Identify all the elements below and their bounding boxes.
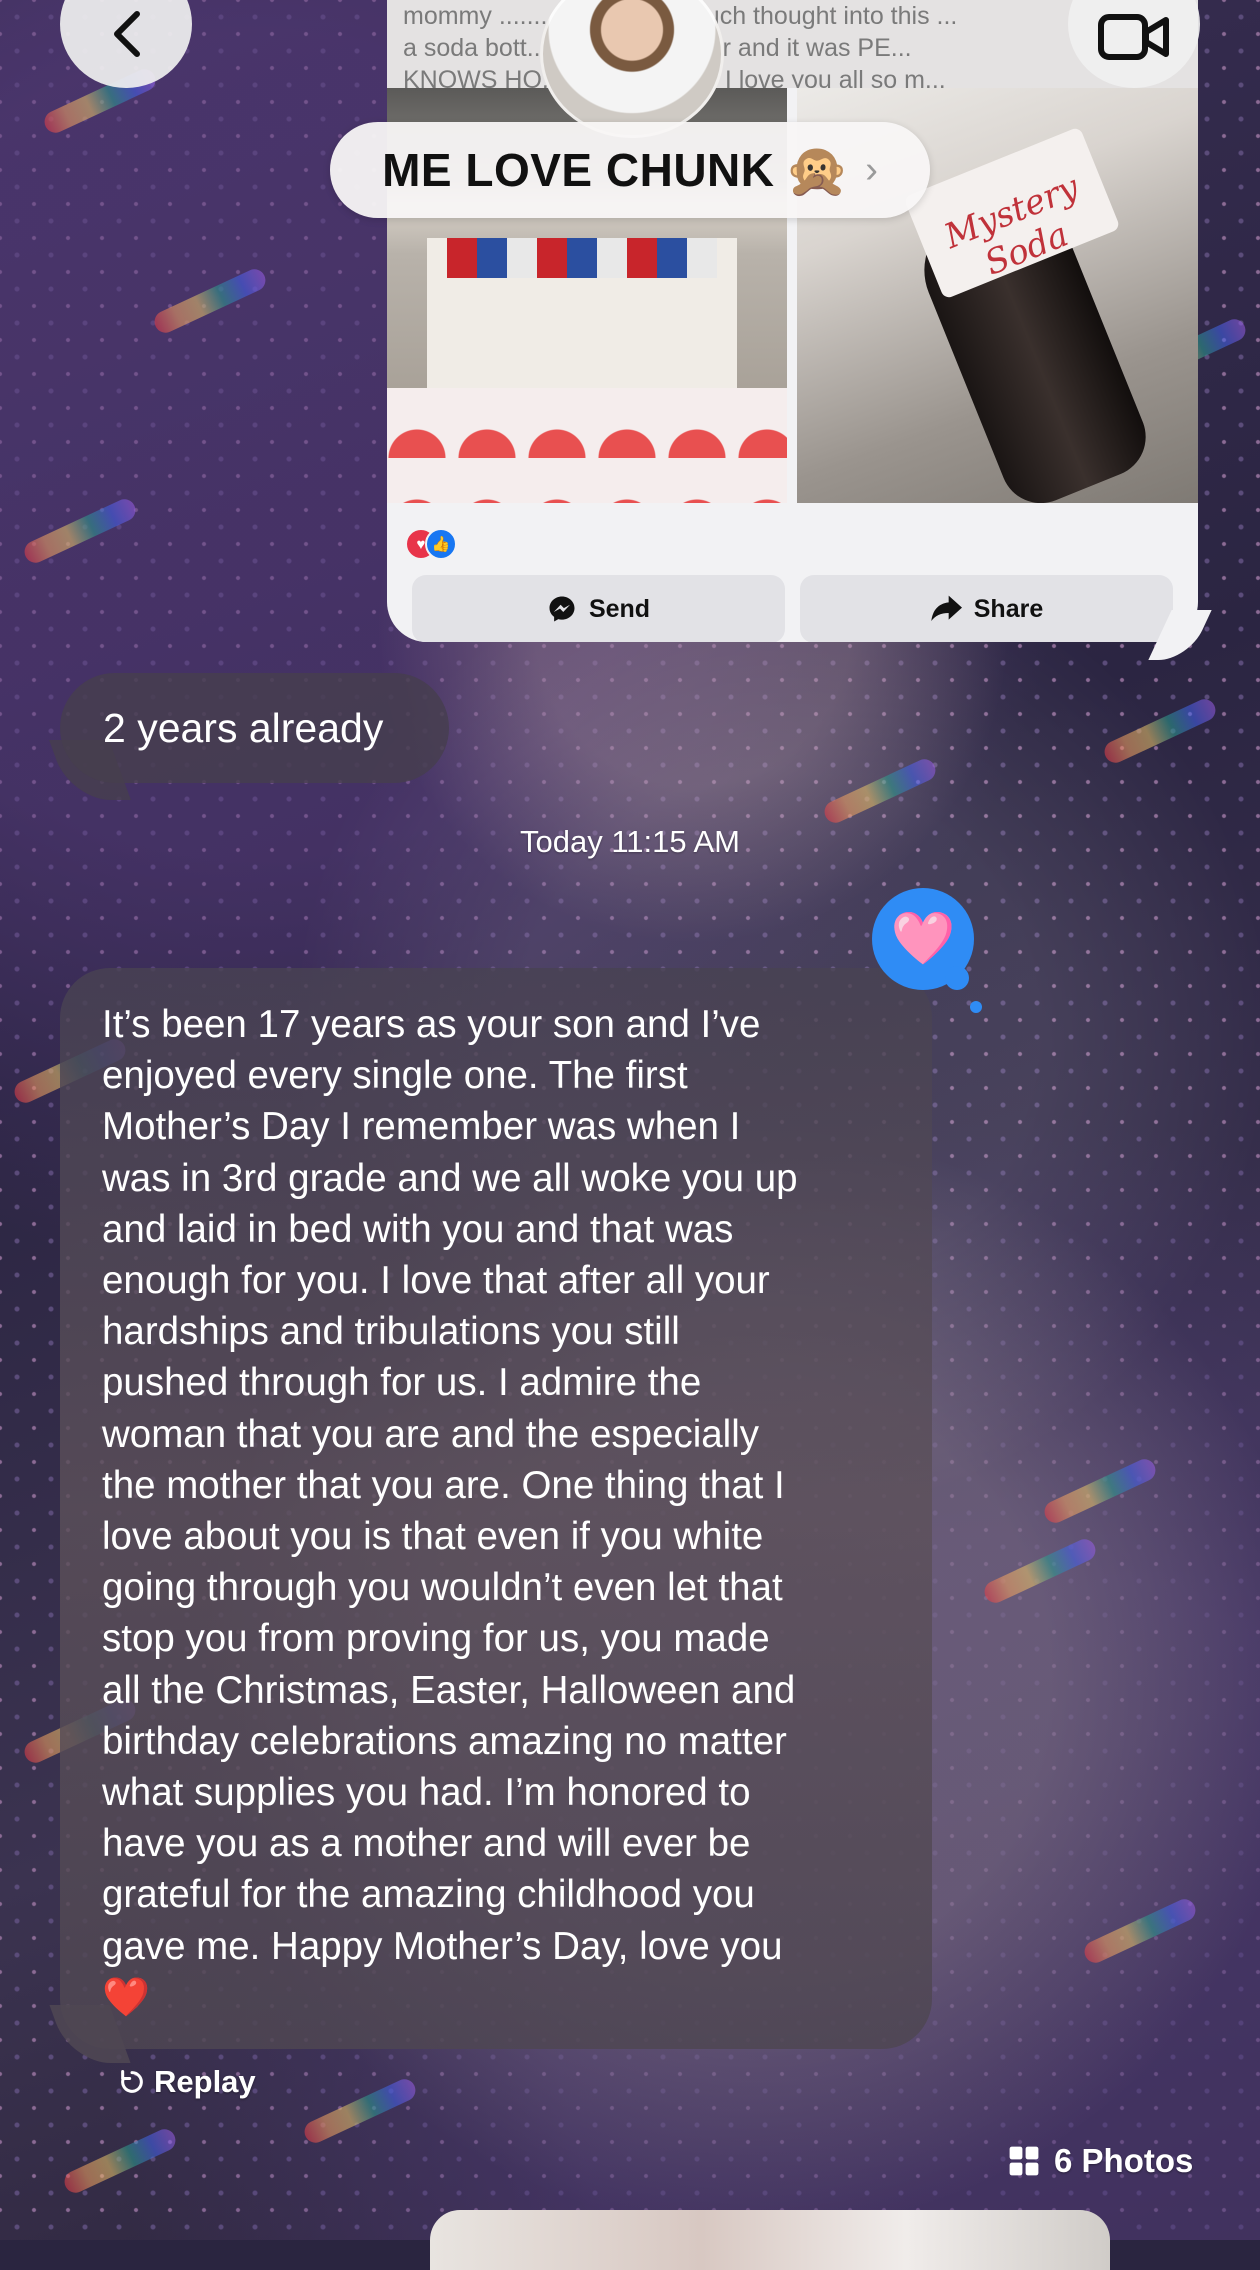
send-button[interactable]: Send	[412, 575, 785, 642]
timestamp: Today 11:15 AM	[519, 824, 740, 859]
message-text: 2 years already	[103, 705, 384, 751]
message-line: pushed through for us. I admire the	[102, 1361, 702, 1405]
video-camera-icon	[1098, 14, 1169, 60]
message-line: enough for you. I love that after all yo…	[102, 1259, 770, 1303]
link-preview-card[interactable]: mommy ..................... so much thou…	[387, 0, 1198, 642]
share-arrow-icon	[931, 595, 962, 621]
wallpaper-streak	[60, 2125, 180, 2197]
bottle-label: Mystery Soda	[903, 126, 1121, 300]
heart-emoji: ❤️	[102, 1975, 150, 2019]
pink-heart-icon: 🩷	[890, 910, 956, 968]
contact-emoji: 🙊	[784, 141, 850, 200]
message-line: hardships and tribulations you still	[102, 1310, 680, 1354]
wallpaper-streak	[1080, 1895, 1200, 1967]
message-line: the mother that you are. One thing that …	[102, 1463, 785, 1507]
message-line: stop you from proving for us, you made	[102, 1617, 770, 1661]
message-line: all the Christmas, Easter, Halloween and	[102, 1668, 796, 1712]
card-caption-line: mommy ..................... so much thou…	[403, 2, 958, 30]
chevron-right-icon: ›	[865, 148, 878, 191]
contact-name: ME LOVE CHUNK	[382, 144, 775, 196]
message-line: what supplies you had. I’m honored to	[102, 1771, 751, 1815]
card-caption-line: KNOWS HO... E MY PEPS!! I love you all s…	[403, 66, 946, 88]
wallpaper-streak	[980, 1535, 1100, 1607]
contact-name-pill[interactable]: ME LOVE CHUNK 🙊 ›	[330, 122, 930, 218]
tapback-tail-dot	[970, 1001, 982, 1013]
message-line: grateful for the amazing childhood you	[102, 1873, 755, 1917]
soda-cans	[447, 238, 717, 278]
photos-label: 6 Photos	[1054, 2142, 1194, 2179]
messenger-icon	[549, 596, 575, 622]
wallpaper-streak	[1040, 1455, 1160, 1527]
photos-stack-button[interactable]: 6 Photos	[1008, 2142, 1193, 2180]
message-line: and laid in bed with you and that was	[102, 1207, 734, 1251]
wallpaper-streak	[150, 265, 270, 337]
wallpaper-streak	[820, 755, 940, 827]
tapback-tail-dot	[945, 966, 969, 990]
wallpaper-streak	[1100, 695, 1220, 767]
message-bubble[interactable]: 2 years already	[60, 673, 449, 783]
message-bubble-long[interactable]: It’s been 17 years as your son and I’ve …	[60, 968, 932, 2049]
message-line: have you as a mother and will ever be	[102, 1822, 751, 1866]
message-line: It’s been 17 years as your son and I’ve	[102, 1003, 761, 1046]
next-photo-preview[interactable]	[430, 2210, 1110, 2270]
message-line: Mother’s Day I remember was when I	[102, 1105, 741, 1149]
message-line: enjoyed every single one. The first	[102, 1054, 688, 1098]
card-caption-line: a soda bott... guess the flavor and it w…	[403, 34, 912, 62]
chevron-left-icon	[114, 11, 140, 57]
message-line: love about you is that even if you white	[102, 1515, 764, 1559]
replay-icon	[121, 2069, 143, 2093]
wallpaper-streak	[20, 495, 140, 567]
share-label: Share	[973, 594, 1044, 623]
grid-icon	[1009, 2146, 1039, 2176]
message-line: was in 3rd grade and we all woke you up	[102, 1156, 798, 1200]
message-line: birthday celebrations amazing no matter	[102, 1719, 787, 1763]
reaction-summary[interactable]: ♥ 👍	[405, 528, 465, 560]
send-label: Send	[588, 594, 651, 623]
replay-button[interactable]: Replay	[118, 2064, 256, 2100]
quilt-pattern	[387, 388, 787, 503]
share-button[interactable]: Share	[800, 575, 1173, 642]
message-line: woman that you are and the especially	[102, 1412, 760, 1456]
like-reaction-icon: 👍	[425, 528, 457, 560]
replay-label: Replay	[154, 2064, 256, 2099]
message-line: going through you wouldn’t even let that	[102, 1566, 783, 1610]
wallpaper-streak	[300, 2075, 420, 2147]
message-line: gave me. Happy Mother’s Day, love you	[102, 1924, 783, 1968]
